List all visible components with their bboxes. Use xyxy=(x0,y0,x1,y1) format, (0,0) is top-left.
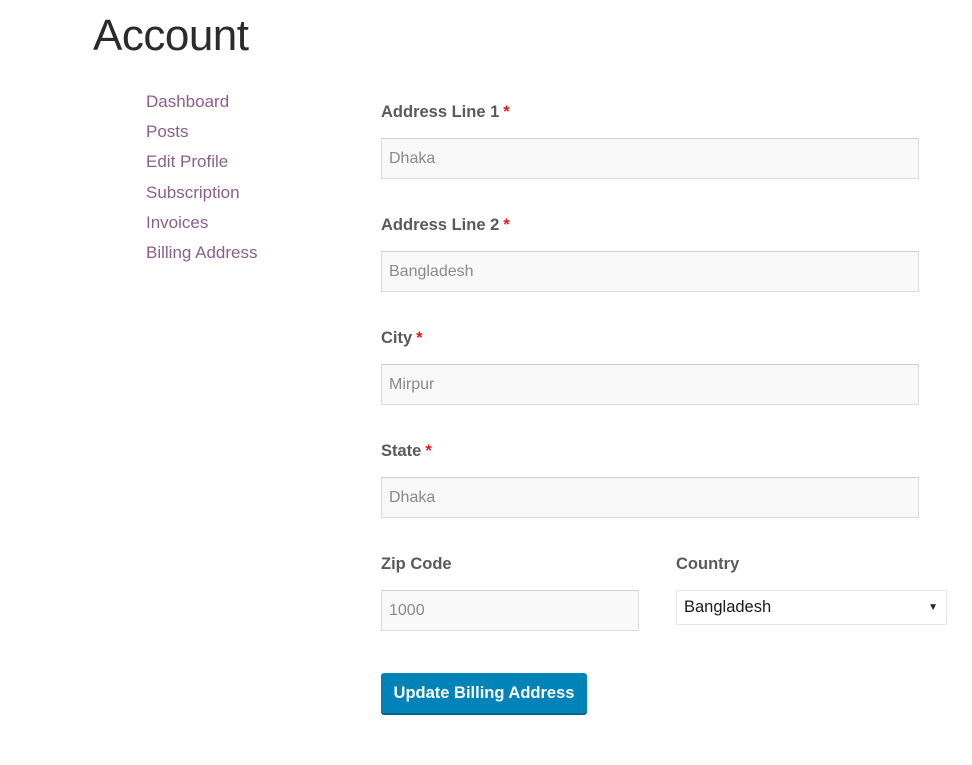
update-billing-address-button[interactable]: Update Billing Address xyxy=(381,673,587,715)
state-label-text: State xyxy=(381,442,422,460)
nav-link-posts[interactable]: Posts xyxy=(146,122,189,141)
nav-item-invoices: Invoices xyxy=(146,211,258,241)
dropdown-arrow-icon: ▼ xyxy=(928,602,938,613)
required-mark: * xyxy=(425,442,432,460)
required-mark: * xyxy=(503,216,510,234)
nav-link-dashboard[interactable]: Dashboard xyxy=(146,92,229,111)
nav-item-edit-profile: Edit Profile xyxy=(146,150,258,180)
address-line-1-input[interactable] xyxy=(381,138,919,179)
state-input[interactable] xyxy=(381,477,919,518)
nav-link-invoices[interactable]: Invoices xyxy=(146,213,208,232)
city-label: City * xyxy=(381,329,423,348)
nav-link-billing-address[interactable]: Billing Address xyxy=(146,243,258,262)
nav-item-posts: Posts xyxy=(146,120,258,150)
nav-item-subscription: Subscription xyxy=(146,181,258,211)
country-label: Country xyxy=(676,555,740,573)
address-line-2-input[interactable] xyxy=(381,251,919,292)
zip-code-input[interactable] xyxy=(381,590,639,631)
page-title: Account xyxy=(93,11,249,60)
address-line-1-label: Address Line 1 * xyxy=(381,103,510,122)
city-input[interactable] xyxy=(381,364,919,405)
address-line-2-label-text: Address Line 2 xyxy=(381,216,500,234)
required-mark: * xyxy=(503,103,510,121)
required-mark: * xyxy=(416,329,423,347)
country-select[interactable]: Bangladesh ▼ xyxy=(676,590,947,625)
nav-item-billing-address: Billing Address xyxy=(146,241,258,271)
nav-link-edit-profile[interactable]: Edit Profile xyxy=(146,152,228,171)
account-nav: Dashboard Posts Edit Profile Subscriptio… xyxy=(146,90,258,271)
nav-link-subscription[interactable]: Subscription xyxy=(146,183,240,202)
country-selected-value: Bangladesh xyxy=(684,598,772,616)
address-line-2-label: Address Line 2 * xyxy=(381,216,510,235)
address-line-1-label-text: Address Line 1 xyxy=(381,103,500,121)
city-label-text: City xyxy=(381,329,413,347)
zip-code-label: Zip Code xyxy=(381,555,452,573)
nav-item-dashboard: Dashboard xyxy=(146,90,258,120)
state-label: State * xyxy=(381,442,432,461)
